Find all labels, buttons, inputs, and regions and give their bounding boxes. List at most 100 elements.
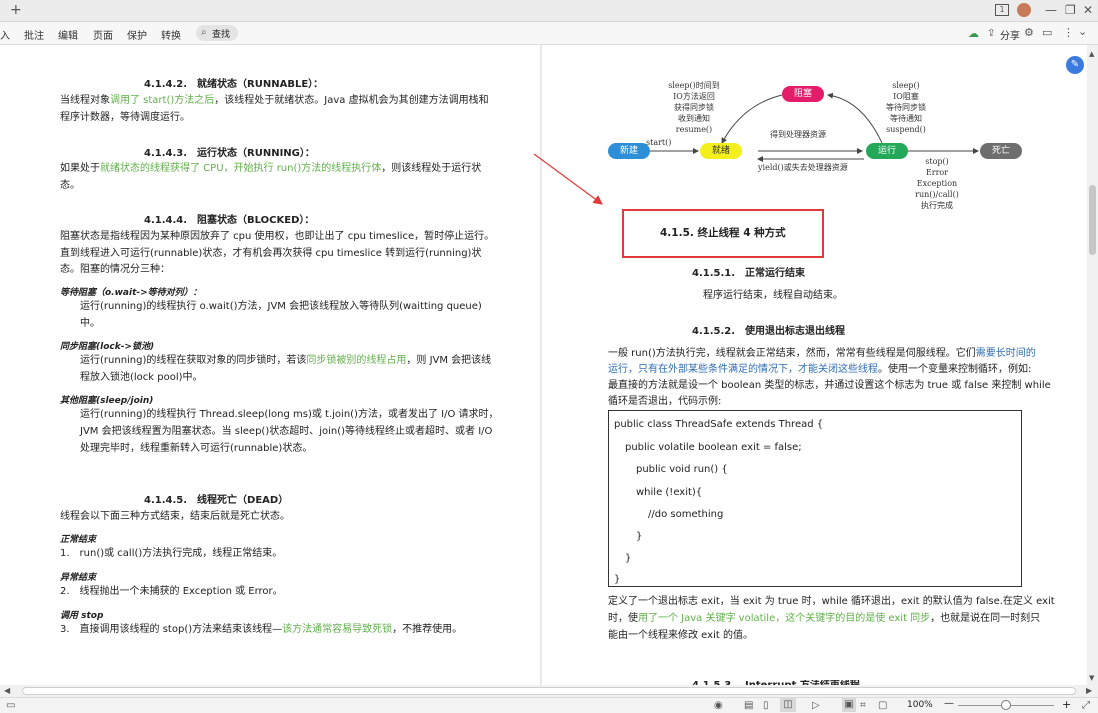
edge-running-blocked — [827, 92, 883, 144]
node-dead: 死亡 — [980, 143, 1022, 159]
para-running-2: 态。 — [60, 180, 80, 191]
toolbar: 入 批注 编辑 页面 保护 转换 ⌕ 查找 ☁ ⇪ 分享 ⚙ ▭ ⋮ ⌄ — [0, 22, 1098, 45]
label-left-notes: sleep()时间到 IO方法返回 获得同步锁 收到通知 resume() — [668, 81, 720, 134]
para-exit-4: 循环是否退出，代码示例: — [608, 396, 722, 407]
cloud-sync-icon[interactable]: ☁ — [968, 27, 979, 41]
single-page-icon[interactable]: ▤ — [744, 699, 753, 713]
horizontal-scrollbar[interactable]: ◀ ▶ — [0, 685, 1098, 697]
vertical-scrollbar[interactable]: ▲ ▼ — [1087, 45, 1098, 685]
stop-end-heading: 调用 stop — [60, 611, 104, 621]
label-right-notes: sleep() IO阻塞 等待同步锁 等待通知 suspend() — [886, 81, 926, 134]
normal-end-heading: 正常结束 — [60, 535, 97, 545]
bookmark-icon[interactable]: ▢ — [878, 699, 887, 713]
heading-exit-flag: 4.1.5.2. 使用退出标志退出线程 — [692, 326, 846, 337]
exception-end-heading: 异常结束 — [60, 573, 97, 583]
para-flag-3: 能由一个线程来修改 exit 的值。 — [608, 630, 753, 641]
para-runnable-2: 程序计数器，等待调度运行。 — [60, 112, 190, 123]
heading-running: 4.1.4.3. 运行状态（RUNNING）： — [144, 148, 315, 159]
zoom-slider-thumb[interactable] — [1001, 700, 1011, 710]
close-icon[interactable]: ✕ — [1083, 3, 1093, 17]
assistant-button[interactable]: ✎ — [1066, 56, 1084, 74]
para-flag-2: 时，使用了一个 Java 关键字 volatile，这个关键字的目的是使 exi… — [608, 613, 1041, 624]
vertical-scroll-thumb[interactable] — [1089, 185, 1096, 255]
search-button[interactable]: ⌕ 查找 — [196, 25, 238, 41]
settings-icon[interactable]: ⚙ — [1024, 26, 1034, 40]
menu-annotate[interactable]: 批注 — [24, 27, 44, 42]
code-line: } — [636, 531, 643, 542]
share-button[interactable]: 分享 — [1000, 27, 1020, 42]
node-new: 新建 — [608, 143, 650, 159]
fit-width-icon[interactable]: ⌗ — [860, 699, 866, 713]
heading-dead: 4.1.4.5. 线程死亡（DEAD） — [144, 495, 289, 506]
para-running-1: 如果处于就绪状态的线程获得了 CPU，开始执行 run()方法的线程执行体，则该… — [60, 163, 482, 174]
zoom-level[interactable]: 100% — [907, 700, 933, 710]
play-icon[interactable]: ▷ — [812, 699, 820, 713]
other-block-2: JVM 会把该线程置为阻塞状态。当 sleep()状态超时、join()等待线程… — [80, 426, 493, 437]
heading-blocked: 4.1.4.4. 阻塞状态（BLOCKED）： — [144, 215, 315, 226]
code-block: public class ThreadSafe extends Thread {… — [608, 410, 1022, 587]
other-block-1: 运行(running)的线程执行 Thread.sleep(long ms)或 … — [80, 409, 499, 420]
more-icon[interactable]: ⋮ — [1063, 26, 1074, 40]
scroll-down-icon[interactable]: ▼ — [1089, 671, 1094, 685]
code-line: public void run() { — [636, 464, 728, 475]
code-line: } — [614, 574, 621, 585]
menu-edit[interactable]: 编辑 — [58, 27, 78, 42]
node-running: 运行 — [866, 143, 908, 159]
stop-end-item: 3. 直接调用该线程的 stop()方法来结束该线程—该方法通常容易导致死锁，不… — [60, 624, 463, 635]
para-flag-1: 定义了一个退出标志 exit，当 exit 为 true 时，while 循环退… — [608, 596, 1055, 607]
para-blocked-1: 阻塞状态是指线程因为某种原因放弃了 cpu 使用权，也即让出了 cpu time… — [60, 231, 495, 242]
exception-end-item: 2. 线程抛出一个未捕获的 Exception 或 Error。 — [60, 586, 283, 597]
para-dead: 线程会以下面三种方式结束，结束后就是死亡状态。 — [60, 511, 290, 522]
menu-page[interactable]: 页面 — [93, 27, 113, 42]
restore-icon[interactable]: ❐ — [1065, 3, 1076, 17]
wait-block-1: 运行(running)的线程执行 o.wait()方法，JVM 会把该线程放入等… — [80, 301, 482, 312]
eye-icon[interactable]: ◉ — [714, 699, 723, 713]
sync-block-1: 运行(running)的线程在获取对象的同步锁时，若该同步锁被别的线程占用，则 … — [80, 355, 492, 366]
node-ready: 就绪 — [700, 143, 742, 159]
scroll-right-icon[interactable]: ▶ — [1086, 684, 1092, 698]
new-tab-icon[interactable]: + — [10, 3, 22, 17]
label-stop-notes: stop() Error Exception run()/call() 执行完成 — [915, 157, 959, 210]
chevron-down-icon[interactable]: ⌄ — [1078, 25, 1087, 39]
search-label: 查找 — [212, 30, 231, 40]
status-bar: ▭ ◉ ▤ ▯ ◫ ▷ ▣ ⌗ ▢ 100% — + ⤢ — [0, 697, 1098, 713]
menu-protect[interactable]: 保护 — [127, 27, 147, 42]
scroll-left-icon[interactable]: ◀ — [4, 684, 10, 698]
heading-normal-end: 4.1.5.1. 正常运行结束 — [692, 268, 806, 279]
wait-block-2: 中。 — [80, 318, 100, 329]
heading-runnable: 4.1.4.2. 就绪状态（RUNNABLE）： — [144, 79, 324, 90]
menu-insert[interactable]: 入 — [0, 27, 10, 42]
zoom-in-button[interactable]: + — [1062, 698, 1071, 711]
comment-icon[interactable]: ▭ — [1042, 26, 1052, 40]
wait-block-heading: 等待阻塞（o.wait->等待对列）： — [60, 288, 202, 298]
para-blocked-2: 直到线程进入可运行(runnable)状态，才有机会再次获得 cpu times… — [60, 248, 482, 259]
zoom-out-button[interactable]: — — [944, 698, 954, 709]
para-exit-3: 最直接的方法就是设一个 boolean 类型的标志，并通过设置这个标志为 tru… — [608, 380, 1051, 391]
code-line: } — [625, 553, 632, 564]
sync-block-heading: 同步阻塞(lock->锁池) — [60, 342, 155, 352]
tab-bar: + 1 — ❐ ✕ — [0, 0, 1098, 22]
fit-page-icon[interactable]: ▣ — [842, 698, 856, 712]
page-count-badge[interactable]: 1 — [995, 4, 1009, 16]
para-runnable-1: 当线程对象调用了 start()方法之后，该线程处于就绪状态。Java 虚拟机会… — [60, 95, 489, 106]
code-line: public class ThreadSafe extends Thread { — [614, 419, 824, 430]
continuous-page-icon[interactable]: ▯ — [763, 699, 769, 713]
avatar[interactable] — [1017, 3, 1031, 17]
minimize-icon[interactable]: — — [1045, 3, 1057, 17]
label-get-cpu: 得到处理器资源 — [770, 130, 826, 139]
para-exit-2: 运行，只有在外部某些条件满足的情况下，才能关闭这些线程。使用一个变量来控制循环，… — [608, 364, 1032, 375]
scroll-up-icon[interactable]: ▲ — [1089, 47, 1094, 61]
code-line: public volatile boolean exit = false; — [625, 442, 802, 453]
node-blocked: 阻塞 — [782, 86, 824, 102]
menu-convert[interactable]: 转换 — [161, 27, 181, 42]
sidebar-toggle-icon[interactable]: ▭ — [6, 699, 15, 713]
share-icon[interactable]: ⇪ — [987, 27, 995, 41]
two-page-icon[interactable]: ◫ — [780, 698, 796, 712]
heading-stop-thread: 4.1.5. 终止线程 4 种方式 — [660, 227, 786, 239]
sync-block-2: 程放入锁池(lock pool)中。 — [80, 372, 203, 383]
horizontal-scroll-thumb[interactable] — [22, 687, 1076, 695]
label-yield: yield()或失去处理器资源 — [758, 163, 848, 172]
other-block-3: 处理完毕时，线程重新转入可运行(runnable)状态。 — [80, 443, 313, 454]
normal-end-item: 1. run()或 call()方法执行完成，线程正常结束。 — [60, 548, 283, 559]
fullscreen-icon[interactable]: ⤢ — [1082, 699, 1090, 713]
